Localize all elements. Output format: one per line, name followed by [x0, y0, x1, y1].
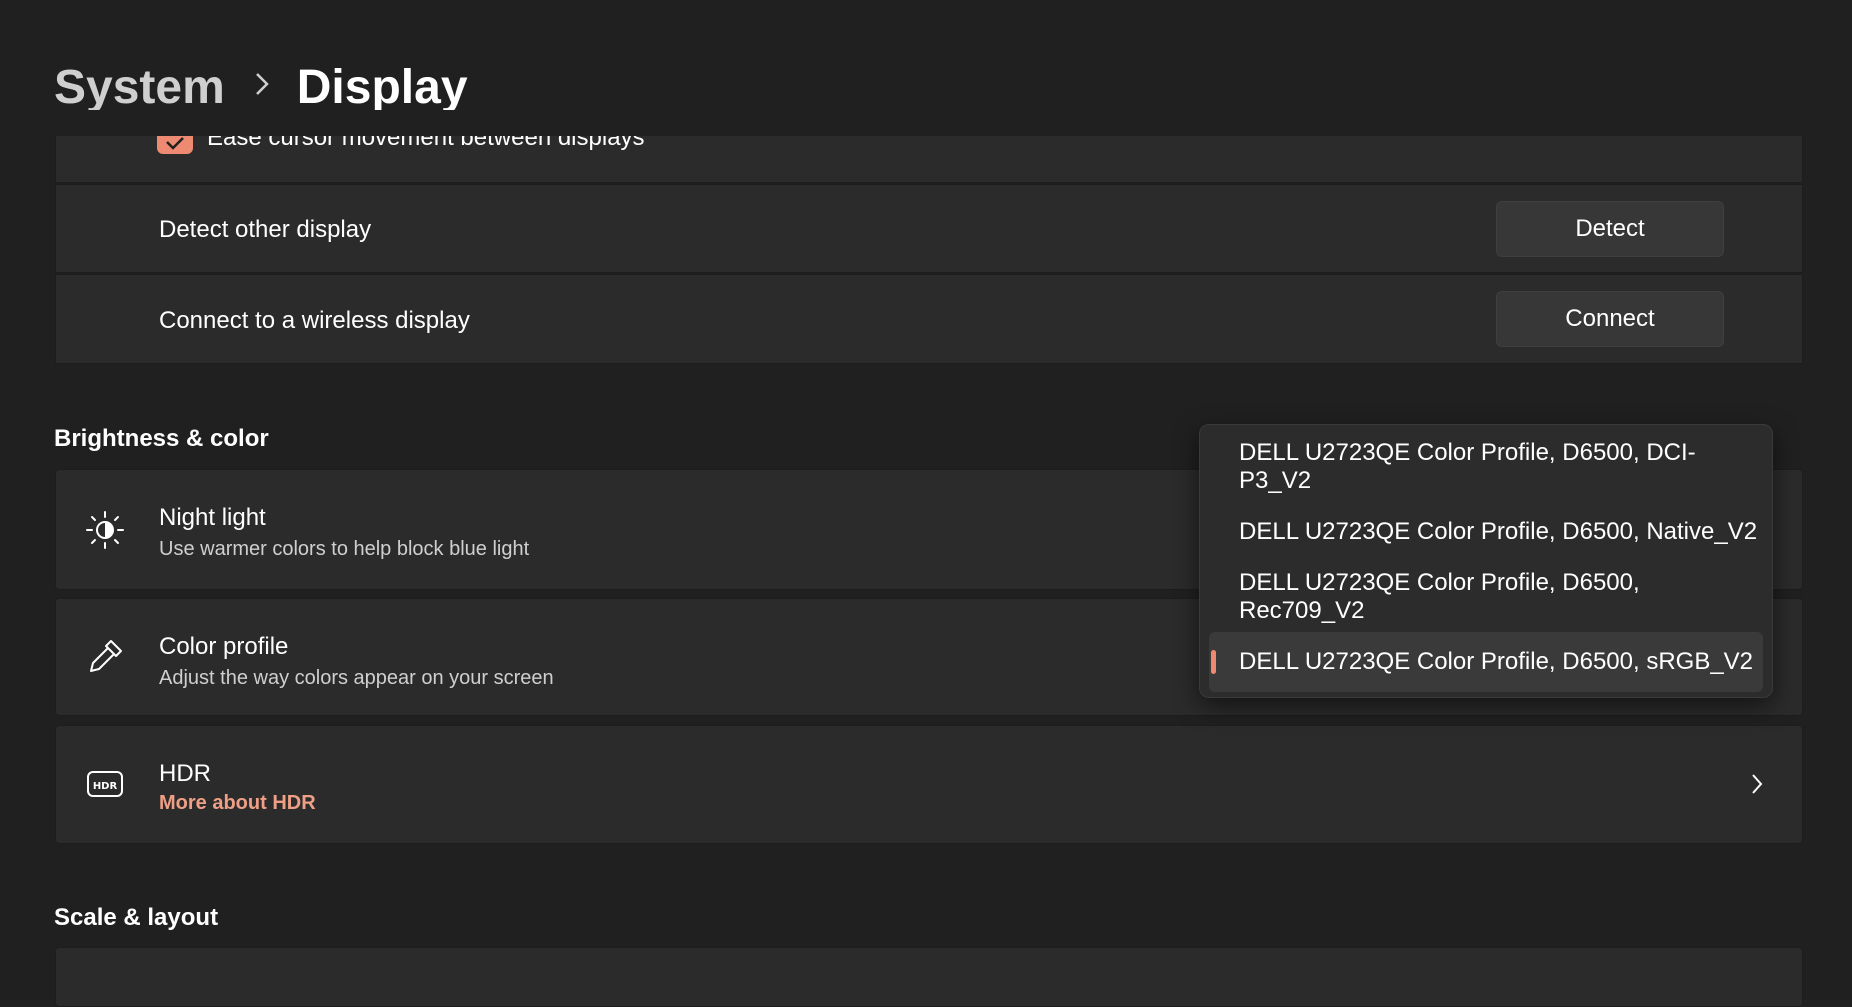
scroll-mask: [0, 110, 1852, 136]
wireless-display-label: Connect to a wireless display: [159, 307, 470, 334]
selection-indicator: [1211, 650, 1216, 674]
dropdown-option[interactable]: DELL U2723QE Color Profile, D6500, Nativ…: [1209, 502, 1763, 562]
more-about-hdr-link[interactable]: More about HDR: [159, 792, 316, 815]
page-title: Display: [296, 60, 468, 114]
hdr-row[interactable]: HDR More about HDR: [55, 725, 1803, 844]
chevron-right-icon: [253, 70, 271, 104]
eyedropper-icon: [85, 637, 125, 677]
detect-button[interactable]: Detect: [1496, 201, 1724, 257]
dropdown-option[interactable]: DELL U2723QE Color Profile, D6500, Rec70…: [1209, 567, 1763, 627]
hdr-icon: HDR: [85, 764, 125, 804]
detect-display-row: Detect other display Detect: [55, 184, 1803, 273]
hdr-title: HDR: [159, 760, 211, 787]
color-profile-dropdown[interactable]: DELL U2723QE Color Profile, D6500, DCI-P…: [1199, 424, 1773, 698]
color-profile-title: Color profile: [159, 633, 289, 660]
svg-text:HDR: HDR: [93, 781, 118, 792]
dropdown-option-selected[interactable]: DELL U2723QE Color Profile, D6500, sRGB_…: [1209, 632, 1763, 692]
section-title-scale-layout: Scale & layout: [54, 904, 219, 931]
color-profile-subtitle: Adjust the way colors appear on your scr…: [159, 667, 554, 689]
wireless-display-row: Connect to a wireless display Connect: [55, 274, 1803, 364]
dropdown-option-label: DELL U2723QE Color Profile, D6500, sRGB_…: [1239, 648, 1754, 675]
night-light-icon: [85, 510, 125, 550]
checkmark-icon: [166, 137, 184, 150]
chevron-right-icon: [1750, 772, 1764, 801]
detect-display-label: Detect other display: [159, 216, 372, 243]
night-light-title: Night light: [159, 504, 266, 531]
breadcrumb-system[interactable]: System: [54, 60, 225, 115]
section-title-brightness-color: Brightness & color: [54, 425, 269, 452]
night-light-subtitle: Use warmer colors to help block blue lig…: [159, 538, 530, 560]
dropdown-option[interactable]: DELL U2723QE Color Profile, D6500, DCI-P…: [1209, 437, 1763, 497]
connect-button[interactable]: Connect: [1496, 291, 1724, 347]
scale-layout-row: [55, 947, 1803, 1007]
